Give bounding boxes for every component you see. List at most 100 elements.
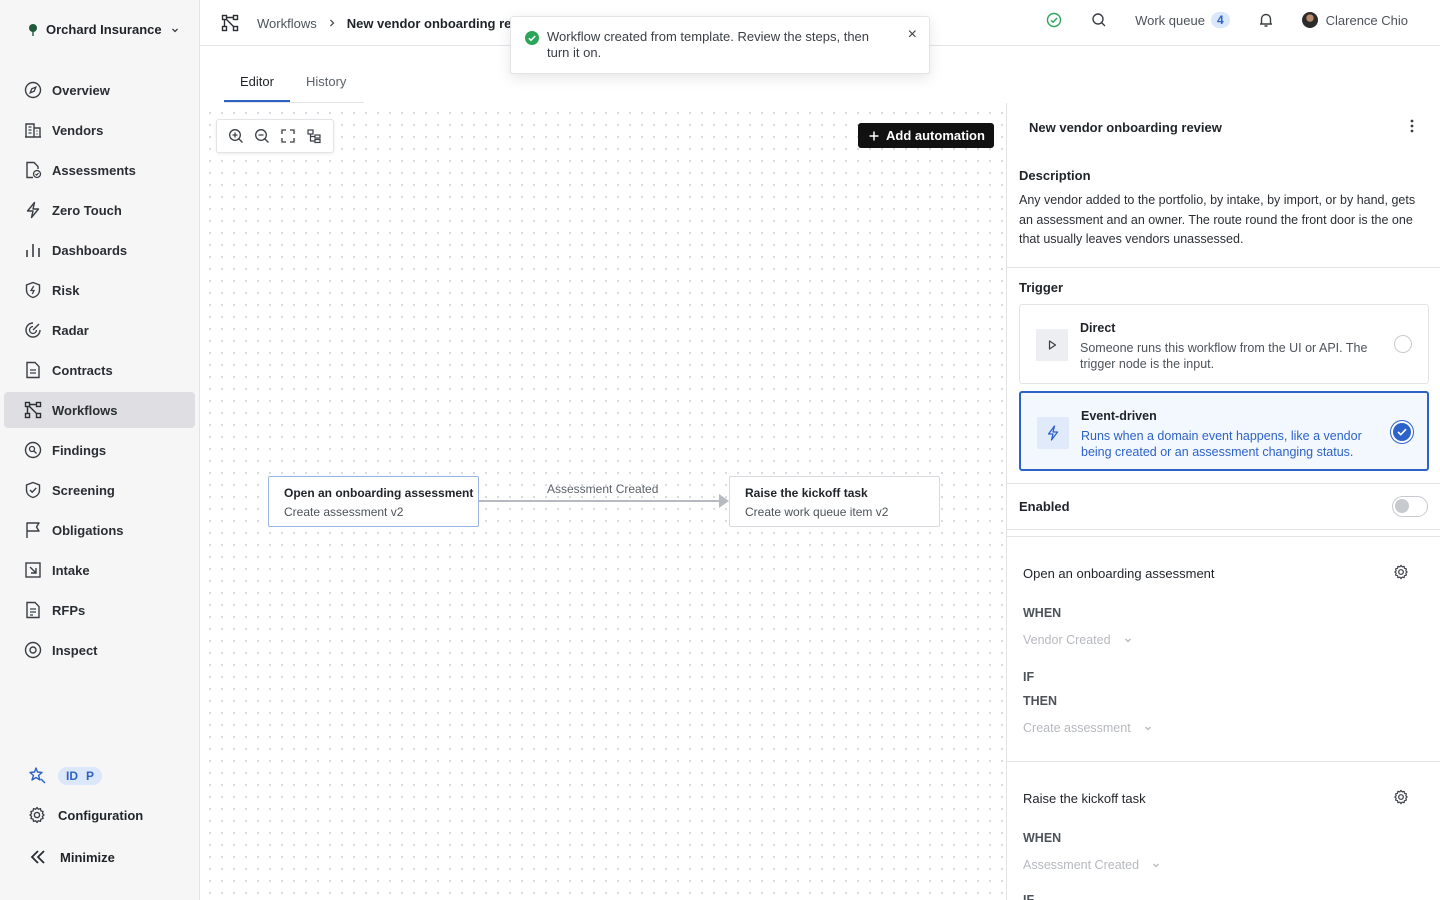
configuration-link[interactable]: Configuration — [28, 806, 143, 824]
user-menu[interactable]: Clarence Chio — [1301, 12, 1408, 28]
sidebar-item-label: Overview — [52, 82, 110, 98]
work-queue-count: 4 — [1210, 12, 1230, 28]
divider — [1007, 267, 1440, 268]
step-card-kickoff-task: Raise the kickoff task WHEN Assessment C… — [1007, 761, 1440, 900]
user-name: Clarence Chio — [1325, 12, 1408, 28]
chevron-down-icon — [1123, 635, 1133, 645]
minimize-label: Minimize — [60, 849, 115, 865]
work-queue-button[interactable]: Work queue 4 — [1135, 12, 1230, 28]
sidebar-item-screening[interactable]: Screening — [4, 472, 195, 508]
sidebar-item-assessments[interactable]: Assessments — [4, 152, 195, 188]
trigger-title: Event-driven — [1081, 409, 1157, 423]
minimize-button[interactable]: Minimize — [28, 848, 115, 866]
tab-editor[interactable]: Editor — [224, 66, 290, 102]
chevron-down-icon — [1151, 860, 1161, 870]
top-actions: Work queue 4 Clarence Chio — [1046, 12, 1408, 28]
sidebar: Orchard Insurance Overview Vendors Asses… — [0, 0, 200, 900]
gear-icon[interactable] — [1393, 789, 1409, 805]
status-check-icon[interactable] — [1046, 12, 1062, 28]
workflow-details-panel: New vendor onboarding review Description… — [1006, 103, 1440, 900]
sidebar-item-radar[interactable]: Radar — [4, 312, 195, 348]
work-queue-label: Work queue — [1135, 12, 1205, 28]
step-title: Raise the kickoff task — [1023, 791, 1146, 806]
sidebar-item-label: Zero Touch — [52, 202, 122, 218]
sidebar-item-inspect[interactable]: Inspect — [4, 632, 195, 668]
tab-history[interactable]: History — [290, 66, 362, 102]
sidebar-item-workflows[interactable]: Workflows — [4, 392, 195, 428]
org-logo-icon — [28, 23, 38, 37]
trigger-option-direct[interactable]: Direct Someone runs this workflow from t… — [1019, 304, 1429, 384]
when-event-select[interactable]: Vendor Created — [1023, 633, 1133, 647]
trigger-radio-direct[interactable] — [1394, 335, 1412, 353]
edge-label[interactable]: Assessment Created — [547, 482, 658, 496]
step-card-open-assessment: Open an onboarding assessment WHEN Vendo… — [1007, 536, 1440, 754]
when-event-value: Assessment Created — [1023, 858, 1140, 872]
sidebar-item-zero-touch[interactable]: Zero Touch — [4, 192, 195, 228]
then-action-select[interactable]: Create assessment — [1023, 721, 1153, 735]
sidebar-item-label: Contracts — [52, 362, 113, 378]
sidebar-item-label: Risk — [52, 282, 80, 298]
id-badge[interactable]: ID P — [58, 767, 103, 785]
bolt-icon — [1037, 417, 1069, 449]
bell-icon[interactable] — [1258, 12, 1274, 28]
panel-title: New vendor onboarding review — [1029, 120, 1222, 135]
breadcrumb-workflows-link[interactable]: Workflows — [257, 16, 317, 31]
bolt-icon — [24, 201, 42, 219]
sidebar-item-dashboards[interactable]: Dashboards — [4, 232, 195, 268]
play-icon — [1036, 329, 1068, 361]
sidebar-item-findings[interactable]: Findings — [4, 432, 195, 468]
success-check-icon — [525, 31, 539, 45]
gear-icon — [28, 806, 46, 824]
sidebar-item-obligations[interactable]: Obligations — [4, 512, 195, 548]
description-text[interactable]: Any vendor added to the portfolio, by in… — [1019, 191, 1419, 250]
sidebar-item-risk[interactable]: Risk — [4, 272, 195, 308]
trigger-radio-event-driven[interactable] — [1393, 423, 1411, 441]
editor-tabs: Editor History — [224, 66, 362, 102]
radar-icon — [24, 321, 42, 339]
search-icon[interactable] — [1091, 12, 1107, 28]
trigger-option-event-driven[interactable]: Event-driven Runs when a domain event ha… — [1019, 391, 1429, 471]
bar-chart-icon — [24, 241, 42, 259]
sidebar-item-overview[interactable]: Overview — [4, 72, 195, 108]
when-event-value: Vendor Created — [1023, 633, 1111, 647]
workflow-canvas[interactable]: Add automation Assessment Created Open a… — [200, 103, 1006, 900]
then-label: THEN — [1023, 694, 1058, 708]
more-vertical-icon[interactable] — [1410, 119, 1414, 133]
enabled-label: Enabled — [1019, 499, 1070, 514]
toast-message: Workflow created from template. Review t… — [547, 29, 870, 60]
if-label: IF — [1023, 893, 1035, 900]
compass-icon — [24, 81, 42, 99]
sidebar-item-contracts[interactable]: Contracts — [4, 352, 195, 388]
sidebar-item-rfps[interactable]: RFPs — [4, 592, 195, 628]
sidebar-item-vendors[interactable]: Vendors — [4, 112, 195, 148]
workflow-node-kickoff-task[interactable]: Raise the kickoff task Create work queue… — [729, 476, 940, 527]
sidebar-item-label: Dashboards — [52, 242, 128, 258]
chevrons-left-icon — [28, 848, 48, 866]
trigger-title: Direct — [1080, 321, 1116, 335]
workflow-node-open-assessment[interactable]: Open an onboarding assessment Create ass… — [268, 476, 479, 527]
document-check-icon — [24, 161, 42, 179]
close-icon[interactable]: × — [908, 27, 917, 43]
chevron-right-icon — [327, 18, 337, 28]
gear-icon[interactable] — [1393, 564, 1409, 580]
sidebar-item-intake[interactable]: Intake — [4, 552, 195, 588]
enabled-toggle[interactable] — [1392, 496, 1428, 517]
when-event-select[interactable]: Assessment Created — [1023, 858, 1161, 872]
file-text-icon — [24, 601, 42, 619]
trigger-description: Someone runs this workflow from the UI o… — [1080, 341, 1368, 371]
sparkle-badge-icon[interactable] — [28, 766, 48, 786]
if-label: IF — [1023, 670, 1035, 684]
node-subtitle: Create assessment v2 — [284, 505, 404, 519]
id-badge-label: ID — [66, 769, 78, 783]
node-title: Open an onboarding assessment — [284, 486, 474, 500]
sidebar-item-label: Screening — [52, 482, 115, 498]
divider — [1007, 483, 1440, 484]
org-switcher[interactable]: Orchard Insurance — [28, 22, 180, 37]
sidebar-item-label: Radar — [52, 322, 89, 338]
sidebar-item-label: RFPs — [52, 602, 86, 618]
sidebar-nav: Overview Vendors Assessments Zero Touch … — [4, 72, 195, 672]
inbox-arrow-icon — [24, 561, 42, 579]
sidebar-item-label: Findings — [52, 442, 107, 458]
description-heading: Description — [1019, 168, 1091, 183]
step-title: Open an onboarding assessment — [1023, 566, 1215, 581]
